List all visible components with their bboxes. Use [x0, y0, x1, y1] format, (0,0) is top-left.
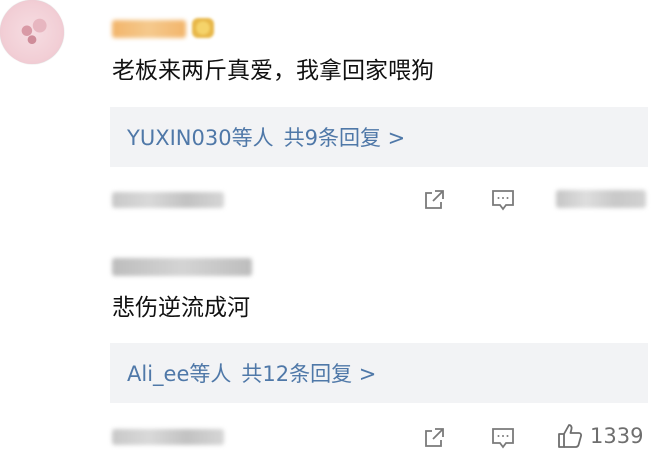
vip-badge-icon	[192, 18, 214, 38]
comment-text: 老板来两斤真爱，我拿回家喂狗	[112, 58, 434, 84]
share-icon	[425, 428, 444, 447]
replies-link[interactable]: Ali_ee等人 共12条回复 >	[110, 343, 648, 403]
comment-icon	[492, 190, 514, 211]
reply-count: 共12条回复 >	[241, 362, 377, 386]
like-count: 1339	[590, 424, 644, 448]
thumbs-up-icon	[558, 424, 583, 448]
comment-button[interactable]	[489, 186, 517, 214]
reply-users: YUXIN030等人	[127, 126, 274, 150]
comment-button[interactable]	[489, 424, 517, 452]
share-button[interactable]	[420, 186, 448, 214]
reply-count: 共9条回复 >	[283, 126, 406, 150]
comment-icon	[492, 428, 514, 449]
like-button[interactable]	[556, 184, 648, 214]
username-blurred[interactable]	[112, 258, 252, 276]
timestamp-blurred	[112, 429, 224, 445]
like-blurred	[556, 190, 646, 208]
reply-users: Ali_ee等人	[127, 362, 232, 386]
share-button[interactable]	[420, 424, 448, 452]
share-icon	[425, 190, 444, 209]
comment-text: 悲伤逆流成河	[112, 295, 250, 321]
username-blurred[interactable]	[112, 20, 186, 38]
replies-link[interactable]: YUXIN030等人 共9条回复 >	[110, 107, 648, 167]
like-button[interactable]: 1339	[556, 420, 656, 452]
timestamp-blurred	[112, 192, 224, 208]
avatar[interactable]	[0, 0, 64, 64]
